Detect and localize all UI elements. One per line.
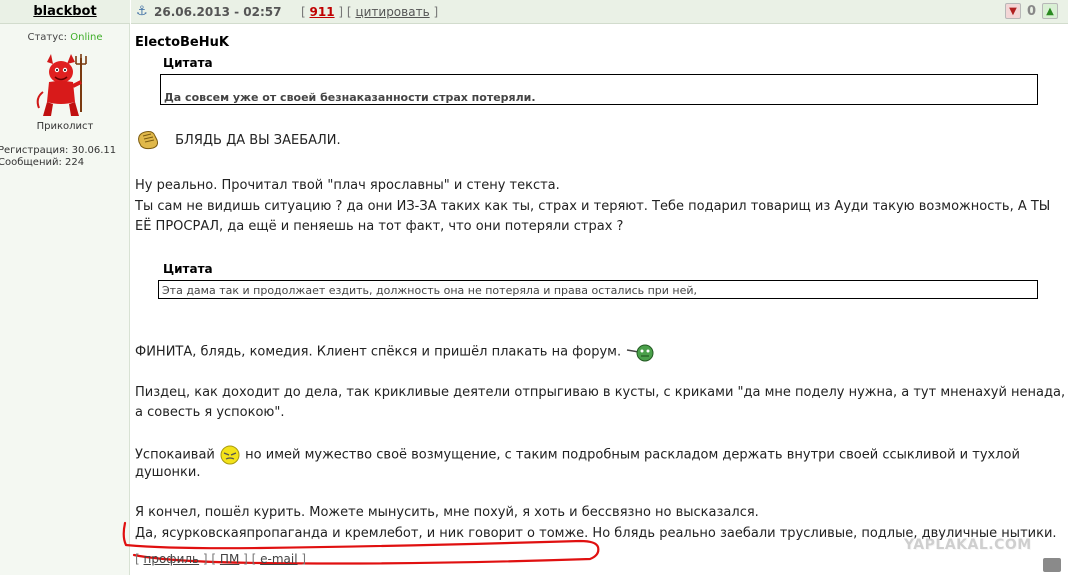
post-line: Пиздец, как доходит до дела, так криклив… — [135, 385, 1066, 400]
facepalm-smiley-icon — [138, 131, 158, 150]
vote-count: 0 — [1026, 3, 1036, 19]
post-line: Ты сам не видишь ситуацию ? да они ИЗ-ЗА… — [135, 199, 1051, 214]
quoted-author: ElectoBeHuK — [135, 35, 229, 50]
registration-date: Регистрация: 30.06.11 — [0, 145, 117, 156]
quote-box: Эта дама так и продолжает ездить, должно… — [158, 280, 1038, 299]
bracket-open: [ — [346, 5, 352, 19]
user-status: Статус: Online — [0, 32, 130, 43]
post-text: но имей мужество своё возмущение, с таки… — [245, 447, 1020, 463]
username-bar: blackbot — [0, 0, 130, 24]
post-text: БЛЯДЬ ДА ВЫ ЗАЕБАЛИ. — [175, 132, 341, 148]
scroll-icon[interactable] — [1043, 558, 1061, 572]
post-line: душонки. — [135, 465, 201, 480]
post-line: Я кончел, пошёл курить. Можете мынусить,… — [135, 505, 759, 520]
post-text: Успокаивай — [135, 447, 215, 463]
profile-link[interactable]: профиль — [144, 552, 200, 566]
quote-box: Да совсем уже от своей безнаказанности с… — [160, 74, 1038, 105]
quote-link[interactable]: цитировать — [355, 5, 429, 19]
thumbs-up-icon[interactable]: ▲ — [1042, 3, 1058, 19]
anchor-icon[interactable]: ⚓ — [136, 4, 148, 19]
post-line: ФИНИТА, блядь, комедия. Клиент спёкся и … — [135, 342, 655, 362]
username-link[interactable]: blackbot — [33, 4, 96, 19]
status-label: Статус: — [27, 32, 68, 43]
email-link[interactable]: e-mail — [260, 552, 297, 566]
bracket-open: [ — [301, 5, 306, 19]
status-value: Online — [70, 32, 103, 43]
user-panel: blackbot Статус: Online Приколист Регист… — [0, 0, 130, 575]
devil-avatar[interactable] — [33, 52, 89, 118]
post-line: а совесть я успокою". — [135, 405, 285, 420]
zombie-smiley-icon — [627, 344, 654, 362]
user-info: Регистрация: 30.06.11 Сообщений: 224 — [0, 145, 116, 169]
quote-title: Цитата — [163, 262, 213, 276]
watermark: YAPLAKAL.COM — [904, 537, 1032, 553]
footer-links: [ профиль ] [ ПМ ] [ e-mail ] — [135, 552, 307, 566]
post-line: Ну реально. Прочитал твой "плач ярославн… — [135, 178, 560, 193]
post-date: 26.06.2013 - 02:57 — [154, 5, 282, 19]
post-meta: [ 911 ] [ цитировать ] — [301, 5, 438, 19]
post-line: БЛЯДЬ ДА ВЫ ЗАЕБАЛИ. — [135, 128, 341, 152]
user-rank: Приколист — [36, 121, 94, 132]
thumbs-down-icon[interactable]: ▼ — [1004, 3, 1021, 19]
quote-title: Цитата — [163, 56, 213, 70]
vote-widget: ▼ 0 ▲ — [1004, 3, 1058, 19]
post-header: ⚓ 26.06.2013 - 02:57 [ 911 ] [ цитироват… — [131, 0, 1068, 24]
quote-text: Да совсем уже от своей безнаказанности с… — [164, 91, 536, 104]
red-underline-annotation — [122, 521, 600, 565]
bracket-close: ] — [338, 5, 344, 19]
post-line: Успокаивай но имей мужество своё возмуще… — [135, 444, 1020, 466]
post-line: ЕЁ ПРОСРАЛ, да ещё и пеняешь на тот факт… — [135, 219, 624, 234]
pm-link[interactable]: ПМ — [220, 552, 239, 566]
quote-text: Эта дама так и продолжает ездить, должно… — [162, 284, 698, 297]
post-number-link[interactable]: 911 — [310, 5, 335, 19]
message-count: Сообщений: 224 — [0, 157, 85, 168]
bracket-close: ] — [433, 5, 439, 19]
post-text: ФИНИТА, блядь, комедия. Клиент спёкся и … — [135, 344, 622, 360]
yellow-smiley-icon — [220, 445, 240, 465]
